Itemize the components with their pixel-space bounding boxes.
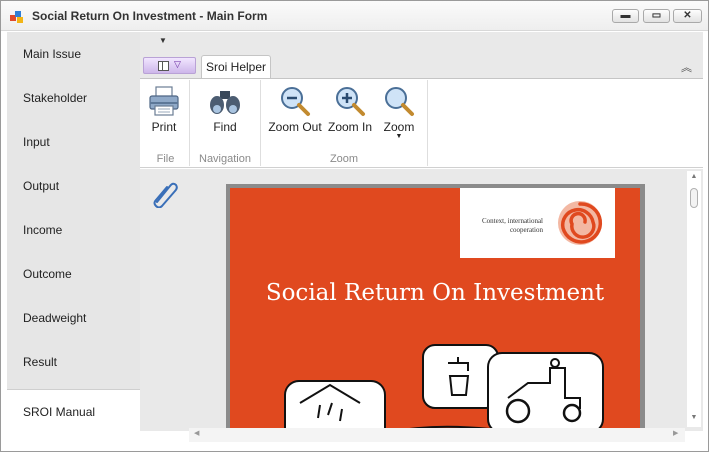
binoculars-icon: [210, 91, 240, 114]
zoom-out-button[interactable]: Zoom Out: [268, 83, 322, 153]
logo-text: Context, international cooperation: [481, 217, 543, 234]
nav-item-main-issue[interactable]: Main Issue: [7, 32, 140, 76]
tab-sroi-helper[interactable]: Sroi Helper: [201, 55, 271, 79]
collapse-ribbon-icon[interactable]: ︽: [681, 59, 692, 75]
print-label: Print: [151, 120, 177, 134]
scroll-left-icon[interactable]: ◀: [194, 429, 199, 437]
zoom-out-icon: [281, 87, 310, 116]
find-label: Find: [213, 120, 237, 134]
cover-title: Social Return On Investment: [265, 280, 605, 306]
vertical-scrollbar[interactable]: ▲ ▼: [687, 171, 701, 427]
paperclip-icon[interactable]: [149, 178, 179, 208]
nav-item-outcome[interactable]: Outcome: [7, 252, 140, 296]
print-button[interactable]: Print: [144, 83, 184, 153]
window-title: Social Return On Investment - Main Form: [32, 9, 268, 23]
zoom-in-label: Zoom In: [327, 120, 372, 134]
logo-panel: Context, international cooperation: [460, 188, 615, 258]
maximize-button[interactable]: ▭: [643, 9, 670, 23]
chevron-down-icon: ▼: [395, 133, 403, 140]
zoom-dropdown-button[interactable]: Zoom ▼: [380, 83, 418, 153]
nav-item-sroi-manual[interactable]: SROI Manual: [7, 389, 140, 433]
quick-access-dropdown-icon[interactable]: ▼: [159, 36, 167, 45]
scroll-up-icon[interactable]: ▲: [687, 173, 701, 180]
main-window: Social Return On Investment - Main Form …: [0, 0, 709, 452]
minimize-button[interactable]: ▬: [612, 9, 639, 23]
document-page: Context, international cooperation Socia…: [230, 188, 640, 431]
zoom-in-button[interactable]: Zoom In: [327, 83, 373, 153]
application-menu-button[interactable]: ▽: [143, 57, 196, 74]
chevron-down-icon: ▽: [174, 59, 181, 69]
app-icon: [10, 11, 23, 23]
application-menu-icon: [158, 61, 169, 71]
cover-illustration: [284, 344, 604, 431]
group-divider: [427, 80, 428, 166]
horizontal-scrollbar[interactable]: ◀ ▶: [189, 428, 685, 442]
sidebar-nav: Main Issue Stakeholder Input Output Inco…: [7, 32, 140, 433]
group-label-navigation: Navigation: [199, 153, 251, 165]
zoom-out-label: Zoom Out: [268, 120, 322, 134]
nav-item-output[interactable]: Output: [7, 164, 140, 208]
nav-item-income[interactable]: Income: [7, 208, 140, 252]
printer-icon: [149, 86, 179, 116]
nav-item-result[interactable]: Result: [7, 340, 140, 384]
close-button[interactable]: ✕: [673, 9, 702, 23]
group-label-zoom: Zoom: [329, 153, 359, 165]
vertical-scroll-thumb[interactable]: [690, 188, 698, 208]
scroll-right-icon[interactable]: ▶: [673, 429, 678, 437]
context-logo: [558, 201, 603, 245]
title-bar[interactable]: Social Return On Investment - Main Form …: [1, 1, 708, 31]
zoom-label: Zoom: [383, 120, 415, 134]
group-label-file: File: [156, 153, 175, 165]
zoom-in-icon: [336, 87, 365, 116]
nav-item-stakeholder[interactable]: Stakeholder: [7, 76, 140, 120]
zoom-icon: [385, 87, 414, 116]
nav-item-input[interactable]: Input: [7, 120, 140, 164]
scroll-down-icon[interactable]: ▼: [687, 414, 701, 421]
nav-item-deadweight[interactable]: Deadweight: [7, 296, 140, 340]
find-button[interactable]: Find: [204, 83, 246, 153]
